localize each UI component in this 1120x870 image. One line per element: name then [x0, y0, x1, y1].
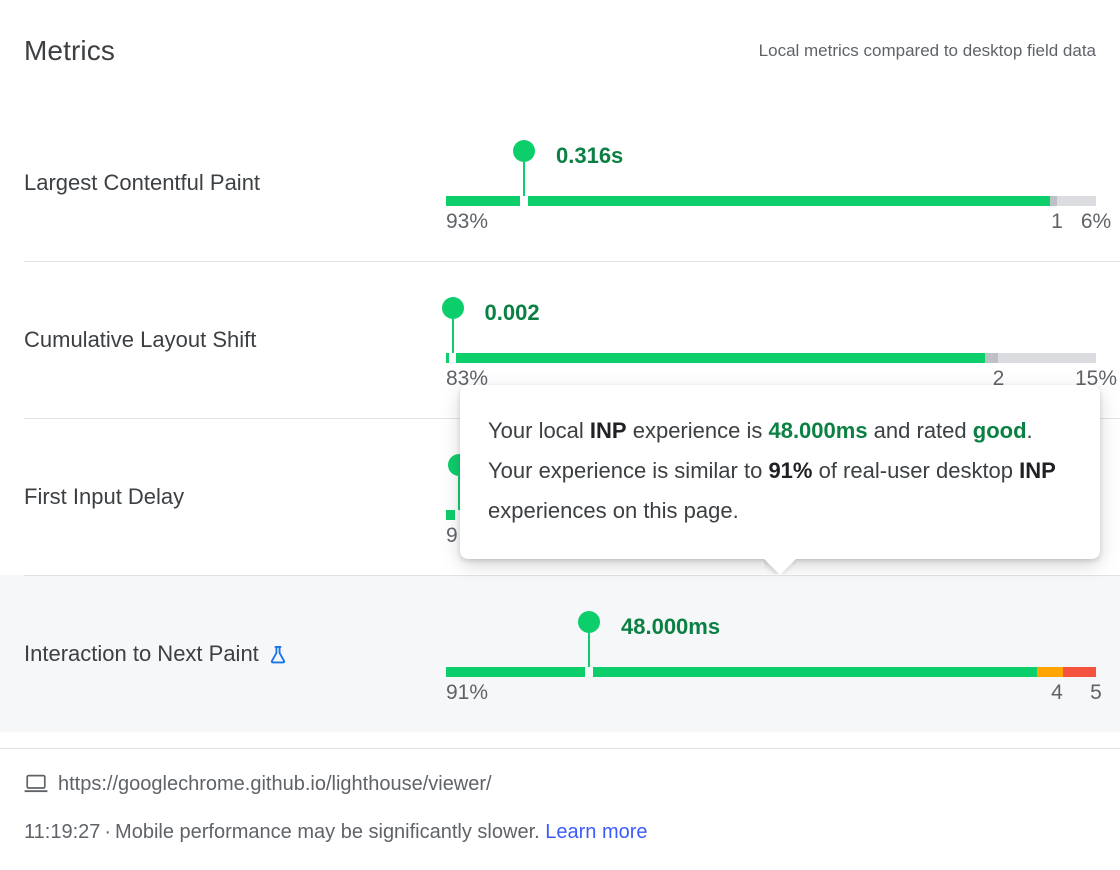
- footer-meta-line: 11:19:27 · Mobile performance may be signi…: [24, 819, 648, 845]
- tooltip-value: 48.000ms: [768, 418, 868, 443]
- metric-gauge: 0.316s 93% 1 6%: [446, 139, 1111, 233]
- gauge-label: 6%: [1080, 209, 1112, 233]
- gauge-marker-stem: [523, 161, 525, 196]
- gauge-marker-dot: [513, 139, 535, 162]
- metric-name: Largest Contentful Paint: [24, 168, 260, 198]
- gauge-marker-dot: [441, 296, 464, 319]
- gauge-value-label: 0.316s: [556, 142, 624, 168]
- gauge-segment-gap: [520, 196, 528, 206]
- tooltip-text: Your local INP experience is 48.000ms an…: [488, 411, 1072, 531]
- gauge-value-label: 48.000ms: [621, 613, 721, 639]
- desktop-icon: [24, 774, 48, 794]
- metric-name-label: First Input Delay: [24, 483, 185, 509]
- tooltip-arrow: [764, 558, 796, 574]
- gauge-segment-gray-mid: [985, 352, 999, 363]
- tooltip-metric-abbr: INP: [589, 418, 627, 443]
- gauge-segment-average: [1037, 666, 1064, 677]
- metric-name-label: Cumulative Layout Shift: [24, 326, 257, 352]
- gauge-value-label: 0.002: [484, 299, 540, 325]
- gauge-segment-gray-late: [1056, 195, 1096, 206]
- gauge-label: 9: [446, 523, 458, 547]
- metric-row[interactable]: Interaction to Next Paint 48.000ms 91% 4 5: [0, 575, 1120, 732]
- gauge-labels: 93% 1 6%: [446, 208, 1111, 236]
- tooltip-mid-1: experience is: [626, 418, 769, 443]
- gauge-marker-dot: [578, 610, 600, 633]
- footer-timestamp: 11:19:27: [24, 821, 101, 843]
- inp-tooltip: Your local INP experience is 48.000ms an…: [460, 385, 1100, 559]
- gauge-segment-good: [446, 195, 521, 206]
- gauge-label: 4: [1051, 680, 1063, 704]
- tooltip-percentile: 91%: [768, 458, 813, 483]
- metric-name: Cumulative Layout Shift: [24, 325, 256, 355]
- gauge-marker-wrap: 0.002: [441, 296, 1096, 353]
- gauge-segment-good: [446, 666, 586, 677]
- metric-name-label: Largest Contentful Paint: [24, 169, 261, 195]
- metric-row[interactable]: Largest Contentful Paint 0.316s 93% 1 6%: [0, 104, 1120, 261]
- gauge-marker-stem: [588, 632, 590, 667]
- report-footer: https://googlechrome.github.io/lighthous…: [0, 748, 1120, 870]
- gauge-bar: [446, 195, 1096, 206]
- footer-url-line: https://googlechrome.github.io/lighthous…: [24, 771, 492, 797]
- tooltip-suffix: experiences on this page.: [488, 498, 739, 523]
- metric-name-label: Interaction to Next Paint: [24, 640, 259, 666]
- gauge-segment-gap: [449, 353, 457, 363]
- gauge-labels: 91% 4 5: [446, 679, 1102, 707]
- tooltip-mid-2: and rated: [867, 418, 973, 443]
- footer-note: Mobile performance may be significantly …: [115, 821, 540, 843]
- footer-url-text: https://googlechrome.github.io/lighthous…: [58, 773, 492, 795]
- gauge-marker-wrap: 0.316s: [446, 139, 1096, 196]
- gauge-label: 93%: [446, 209, 489, 233]
- footer-separator: ·: [104, 821, 112, 843]
- header-subtitle: Local metrics compared to desktop field …: [758, 41, 1096, 60]
- metric-name: Interaction to Next Paint: [24, 639, 289, 669]
- gauge-marker-wrap: 48.000ms: [446, 610, 1096, 667]
- metric-name: First Input Delay: [24, 482, 184, 512]
- gauge-label: 5: [1090, 680, 1102, 704]
- gauge-marker: [504, 139, 544, 196]
- gauge-segment-good: [446, 509, 456, 520]
- gauge-marker-stem: [451, 318, 454, 353]
- page-title: Metrics: [24, 35, 115, 66]
- gauge-segment-gray-late: [998, 352, 1096, 363]
- gauge-marker: [433, 296, 473, 353]
- metrics-header: Metrics Local metrics compared to deskto…: [0, 0, 1120, 104]
- gauge-marker: [569, 610, 609, 667]
- experimental-flask-icon: [267, 644, 289, 666]
- tooltip-metric-abbr-2: INP: [1019, 458, 1056, 483]
- gauge-label: 91%: [446, 680, 489, 704]
- gauge-label: 1: [1051, 209, 1063, 233]
- gauge-segment-good: [527, 195, 1051, 206]
- gauge-bar: [446, 666, 1096, 677]
- tooltip-mid-4: of real-user desktop: [812, 458, 1020, 483]
- gauge-segment-poor: [1063, 666, 1096, 677]
- learn-more-link[interactable]: Learn more: [545, 821, 647, 843]
- gauge-segment-gap: [585, 667, 593, 677]
- metric-gauge: 48.000ms 91% 4 5: [446, 610, 1102, 704]
- tooltip-rating: good: [972, 418, 1027, 443]
- gauge-segment-good: [456, 352, 986, 363]
- gauge-bar: [446, 352, 1096, 363]
- gauge-segment-good: [592, 666, 1038, 677]
- metric-gauge: 0.002 83% 2 15%: [441, 296, 1117, 390]
- tooltip-prefix: Your local: [488, 418, 590, 443]
